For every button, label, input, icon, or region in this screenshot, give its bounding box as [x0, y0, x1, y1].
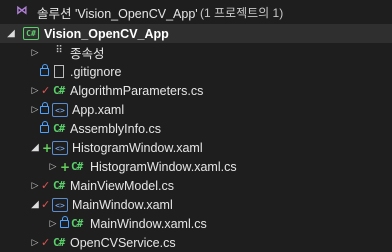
csharp-icon: C# [71, 160, 83, 173]
csharp-icon: C# [71, 217, 83, 230]
tree-item-label: MainViewModel.cs [70, 178, 174, 193]
csharp-icon: C# [53, 122, 65, 135]
csharp-icon: C# [53, 84, 65, 97]
csharp-icon: C# [53, 236, 65, 249]
modified-check-icon: ✓ [41, 179, 51, 192]
collapsed-chevron-icon[interactable]: ▷ [30, 43, 40, 62]
tree-item-main-view-model[interactable]: ▷ ✓ C# MainViewModel.cs [0, 176, 392, 195]
csharp-project-icon: C# [23, 27, 39, 40]
references-icon: ⠿ [55, 44, 63, 56]
lock-icon [60, 216, 69, 229]
added-plus-icon: + [60, 159, 71, 174]
tree-item-main-window-xaml[interactable]: ◢ ✓ <> MainWindow.xaml [0, 195, 392, 214]
lock-icon [40, 121, 49, 134]
file-icon [54, 65, 64, 78]
lock-icon [40, 102, 49, 115]
solution-name: 솔루션 'Vision_OpenCV_App' [37, 7, 198, 21]
added-plus-icon: + [42, 140, 53, 155]
tree-item-label: HistogramWindow.xaml.cs [90, 159, 237, 174]
expanded-chevron-icon[interactable]: ◢ [30, 138, 40, 157]
collapsed-chevron-icon[interactable]: ▷ [30, 100, 40, 119]
tree-item-histogram-window-xaml[interactable]: ◢ + <> HistogramWindow.xaml [0, 138, 392, 157]
collapsed-chevron-icon[interactable]: ▷ [48, 157, 58, 176]
tree-item-label: .gitignore [70, 64, 122, 79]
project-node[interactable]: ◢ C# Vision_OpenCV_App [0, 24, 392, 43]
tree-item-opencv-service[interactable]: ▷ ✓ C# OpenCVService.cs [0, 233, 392, 252]
expanded-chevron-icon[interactable]: ◢ [30, 195, 40, 214]
tree-item-label: AlgorithmParameters.cs [70, 83, 204, 98]
collapsed-chevron-icon[interactable]: ▷ [48, 214, 58, 233]
solution-project-count: (1 프로젝트의 1) [200, 6, 284, 20]
collapsed-chevron-icon[interactable]: ▷ [30, 176, 40, 195]
tree-item-label: MainWindow.xaml.cs [90, 216, 207, 231]
tree-item-algorithm-parameters[interactable]: ▷ ✓ C# AlgorithmParameters.cs [0, 81, 392, 100]
tree-item-app-xaml[interactable]: ▷ <> App.xaml [0, 100, 392, 119]
csharp-icon: C# [53, 179, 65, 192]
tree-item-label: OpenCVService.cs [70, 235, 176, 250]
tree-item-main-window-xaml-cs[interactable]: ▷ C# MainWindow.xaml.cs [0, 214, 392, 233]
tree-item-assembly-info[interactable]: C# AssemblyInfo.cs [0, 119, 392, 138]
xaml-icon: <> [52, 141, 68, 155]
tree-item-label: AssemblyInfo.cs [70, 121, 162, 136]
modified-check-icon: ✓ [41, 198, 51, 211]
expanded-chevron-icon[interactable]: ◢ [6, 24, 16, 43]
modified-check-icon: ✓ [41, 84, 51, 97]
solution-node[interactable]: ⋈ 솔루션 'Vision_OpenCV_App' (1 프로젝트의 1) [0, 3, 392, 22]
xaml-icon: <> [52, 103, 68, 117]
tree-item-label: MainWindow.xaml [72, 197, 173, 212]
visual-studio-solution-icon: ⋈ [16, 3, 28, 17]
tree-item-label: 종속성 [70, 47, 105, 61]
tree-item-gitignore[interactable]: .gitignore [0, 62, 392, 81]
tree-item-histogram-window-xaml-cs[interactable]: ▷ + C# HistogramWindow.xaml.cs [0, 157, 392, 176]
tree-item-label: App.xaml [72, 102, 125, 117]
modified-check-icon: ✓ [41, 236, 51, 249]
xaml-icon: <> [52, 198, 68, 212]
collapsed-chevron-icon[interactable]: ▷ [30, 233, 40, 252]
solution-explorer-tree: ⋈ 솔루션 'Vision_OpenCV_App' (1 프로젝트의 1) ◢ … [0, 0, 392, 250]
lock-icon [40, 64, 49, 77]
tree-item-dependencies[interactable]: ▷ ⠿ 종속성 [0, 43, 392, 62]
collapsed-chevron-icon[interactable]: ▷ [30, 81, 40, 100]
tree-item-label: HistogramWindow.xaml [72, 140, 203, 155]
project-name: Vision_OpenCV_App [44, 26, 169, 41]
